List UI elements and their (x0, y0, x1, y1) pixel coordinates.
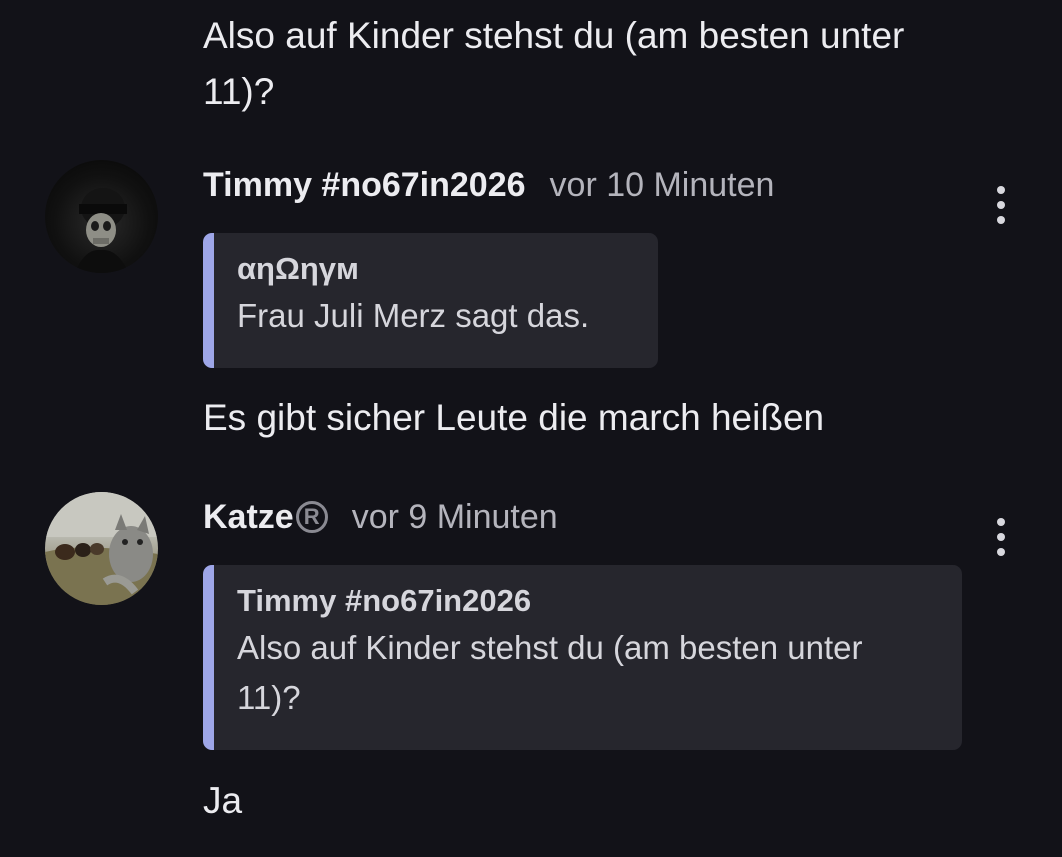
skull-avatar-icon (75, 188, 129, 273)
vertical-ellipsis-icon (997, 518, 1005, 526)
vertical-ellipsis-icon-dot (997, 548, 1005, 556)
registered-icon: R (295, 501, 328, 533)
more-options-button[interactable] (981, 507, 1021, 567)
avatar[interactable] (45, 160, 158, 273)
username[interactable]: Katze (203, 498, 294, 537)
quote-author: Timmy #no67in2026 (237, 583, 532, 618)
more-options-button[interactable] (981, 175, 1021, 235)
timestamp: vor 10 Minuten (549, 165, 775, 204)
username[interactable]: Timmy #no67in2026 (203, 166, 526, 205)
quote-text: Frau Juli Merz sagt das. (237, 297, 590, 334)
comment-message: Es gibt sicher Leute die march heißen (203, 397, 825, 438)
comment-message: Ja (203, 780, 243, 821)
previous-message-text: Also auf Kinder stehst du (am besten unt… (203, 15, 905, 112)
vertical-ellipsis-icon-dot (997, 201, 1005, 209)
quote-text: Also auf Kinder stehst du (am besten unt… (237, 629, 863, 716)
avatar[interactable] (45, 492, 158, 605)
comment-header: Timmy #no67in2026 vor 10 Minuten (203, 160, 774, 210)
vertical-ellipsis-icon-dot (997, 533, 1005, 541)
timestamp: vor 9 Minuten (351, 497, 558, 536)
vertical-ellipsis-icon (997, 186, 1005, 194)
cat-avatar-icon (45, 492, 158, 605)
comment-header: Katze R vor 9 Minuten (203, 492, 558, 542)
quote-author: αηΩηγм (237, 251, 359, 286)
vertical-ellipsis-icon-dot (997, 216, 1005, 224)
quote-block[interactable]: αηΩηγм Frau Juli Merz sagt das. (203, 233, 658, 368)
quote-block[interactable]: Timmy #no67in2026 Also auf Kinder stehst… (203, 565, 962, 750)
